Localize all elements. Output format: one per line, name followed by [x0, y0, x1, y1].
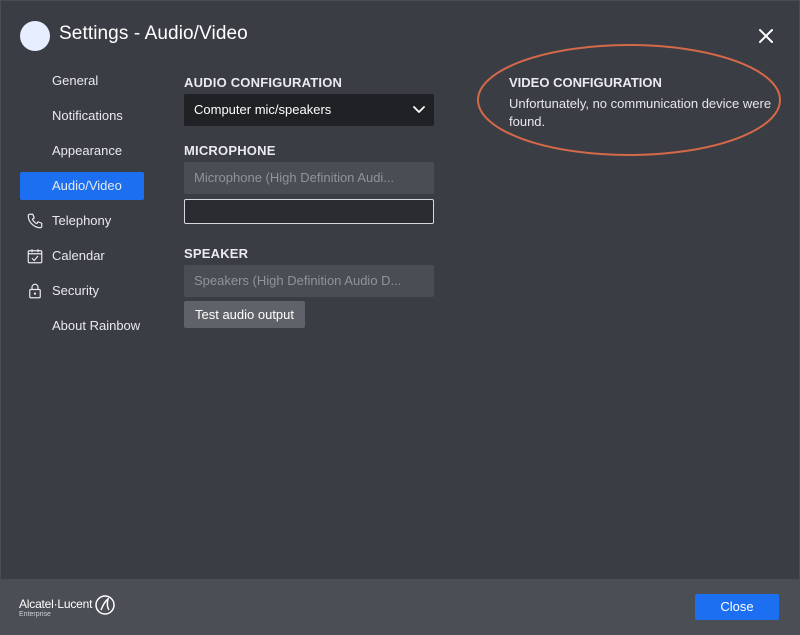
lock-icon — [29, 283, 41, 299]
sidebar-item-label: Security — [52, 283, 99, 298]
microphone-title: MICROPHONE — [184, 143, 276, 158]
sidebar-item-label: Notifications — [52, 108, 123, 123]
sidebar-item-telephony[interactable]: Telephony — [20, 207, 144, 235]
video-config-message: Unfortunately, no communication device w… — [509, 96, 772, 129]
sidebar-item-label: About Rainbow — [52, 318, 141, 333]
microphone-select: Microphone (High Definition Audi... — [184, 162, 434, 194]
sidebar-item-general[interactable]: General — [20, 67, 144, 95]
sidebar-item-notifications[interactable]: Notifications — [20, 102, 144, 130]
close-button[interactable]: Close — [695, 594, 779, 620]
brand-logo-subtext: Enterprise — [19, 611, 51, 618]
sidebar-item-audio-video[interactable]: Audio/Video — [20, 172, 144, 200]
dialog-footer — [0, 579, 800, 635]
sidebar-item-about[interactable]: About Rainbow — [20, 312, 144, 340]
sidebar-item-appearance[interactable]: Appearance — [20, 137, 144, 165]
dialog-header: Settings - Audio/Video — [0, 0, 800, 70]
sidebar-item-label: Telephony — [52, 213, 112, 228]
chevron-down-icon — [413, 106, 425, 113]
video-config-title: VIDEO CONFIGURATION — [509, 75, 662, 90]
sidebar-item-label: Appearance — [52, 143, 123, 158]
microphone-device: Microphone (High Definition Audi... — [194, 170, 395, 185]
microphone-level-field[interactable] — [184, 199, 434, 224]
speaker-select: Speakers (High Definition Audio D... — [184, 265, 434, 297]
page-title: Settings - Audio/Video — [59, 23, 248, 44]
test-audio-button[interactable]: Test audio output — [184, 301, 305, 328]
sidebar-item-security[interactable]: Security — [20, 277, 144, 305]
sidebar-item-label: Calendar — [52, 248, 105, 263]
speaker-title: SPEAKER — [184, 246, 249, 261]
close-icon[interactable] — [754, 24, 778, 48]
calendar-icon — [27, 249, 43, 264]
speaker-device: Speakers (High Definition Audio D... — [194, 273, 402, 288]
sidebar-item-label: General — [52, 73, 99, 88]
audio-config-value: Computer mic/speakers — [194, 102, 332, 117]
brand-logo-icon — [95, 595, 115, 615]
sidebar-item-calendar[interactable]: Calendar — [20, 242, 144, 270]
audio-config-title: AUDIO CONFIGURATION — [184, 75, 343, 90]
sidebar: General Notifications Appearance Audio/V… — [20, 67, 144, 347]
phone-icon — [27, 213, 43, 229]
sidebar-item-label: Audio/Video — [52, 178, 122, 193]
audio-config-select[interactable]: Computer mic/speakers — [184, 94, 434, 126]
brand-logo-text: Alcatel·Lucent — [19, 597, 93, 611]
user-avatar — [20, 21, 50, 51]
